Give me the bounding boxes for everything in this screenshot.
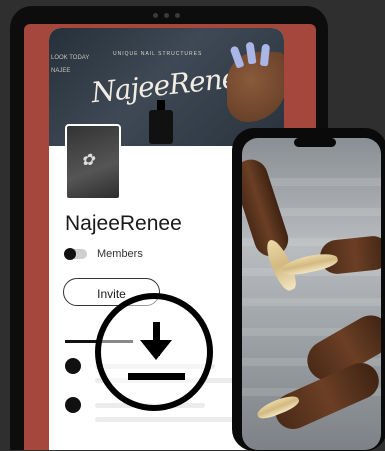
download-arrow-head bbox=[140, 340, 172, 360]
phone-notch bbox=[294, 138, 336, 147]
banner-side-text: LOOK TODAY NAJEE bbox=[51, 55, 90, 74]
list-item-avatar[interactable] bbox=[65, 397, 81, 413]
group-title: NajeeRenee bbox=[65, 212, 182, 235]
banner-hand-image bbox=[227, 41, 284, 122]
members-label: Members bbox=[97, 248, 143, 260]
download-tray bbox=[128, 373, 185, 380]
group-avatar[interactable]: ✿ bbox=[65, 124, 121, 200]
list-item-avatar[interactable] bbox=[65, 358, 81, 374]
tablet-camera bbox=[153, 13, 180, 18]
members-row[interactable]: Members bbox=[64, 248, 143, 260]
phone-frame bbox=[232, 128, 385, 451]
banner-tagline: UNIQUE NAIL STRUCTURES bbox=[113, 51, 203, 57]
list-item-placeholder bbox=[95, 417, 235, 422]
members-toggle[interactable] bbox=[64, 248, 87, 260]
banner-nail-bottle bbox=[149, 100, 173, 144]
phone-nail-photo bbox=[242, 138, 381, 450]
